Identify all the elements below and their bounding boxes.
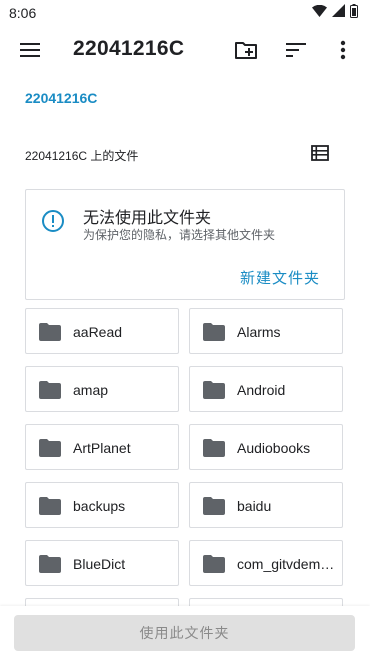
folder-item[interactable]: amap [25,366,179,412]
more-vert-icon[interactable] [331,38,355,62]
section-header: 22041216C 上的文件 [25,144,345,166]
alert-card: 无法使用此文件夹 为保护您的隐私，请选择其他文件夹 新建文件夹 [25,189,345,300]
folder-item[interactable]: ArtPlanet [25,424,179,470]
folder-name: com_gitvdemo.video [237,556,337,572]
folder-name: backups [73,498,126,514]
folder-item[interactable]: BlueDict [25,540,179,586]
folder-icon [203,439,225,462]
breadcrumb-current[interactable]: 22041216C [25,90,97,106]
wifi-icon [312,4,327,22]
folder-name: amap [73,382,109,398]
sort-icon[interactable] [284,38,308,62]
folder-item[interactable]: Android [189,366,343,412]
folder-name: Android [237,382,286,398]
folder-icon [39,323,61,346]
section-title: 22041216C 上的文件 [25,148,139,163]
status-bar: 8:06 [0,0,370,26]
folder-item[interactable] [189,598,343,606]
folder-name: aaRead [73,324,123,340]
folder-item[interactable]: aaRead [25,308,179,354]
folder-icon [203,555,225,578]
app-bar: 22041216C [0,26,370,74]
folder-grid: aaRead Alarms amap Android ArtPlanet Aud… [25,308,345,606]
folder-item[interactable]: backups [25,482,179,528]
folder-item[interactable]: baidu [189,482,343,528]
folder-icon [203,323,225,346]
folder-item[interactable]: com_gitvdemo.video [189,540,343,586]
folder-icon [39,439,61,462]
battery-icon [350,3,358,23]
menu-icon[interactable] [18,38,42,62]
signal-icon [332,4,345,22]
folder-item[interactable]: Alarms [189,308,343,354]
info-icon [41,209,65,238]
page-title: 22041216C [73,37,185,60]
folder-icon [39,497,61,520]
folder-name: baidu [237,498,272,514]
new-folder-icon[interactable] [234,38,258,62]
status-icons [312,3,358,23]
folder-name: Audiobooks [237,440,311,456]
create-folder-button[interactable]: 新建文件夹 [240,267,320,288]
folder-icon [39,555,61,578]
bottom-bar: 使用此文件夹 [0,606,370,658]
status-time: 8:06 [9,5,37,21]
folder-item[interactable] [25,598,179,606]
folder-icon [203,497,225,520]
alert-title: 无法使用此文件夹 [83,210,212,227]
use-folder-button[interactable]: 使用此文件夹 [14,615,355,651]
list-view-icon[interactable] [311,144,329,166]
folder-item[interactable]: Audiobooks [189,424,343,470]
folder-name: ArtPlanet [73,440,131,456]
folder-icon [203,381,225,404]
folder-name: BlueDict [73,556,126,572]
folder-name: Alarms [237,324,281,340]
alert-subtitle: 为保护您的隐私，请选择其他文件夹 [83,228,276,242]
folder-icon [39,381,61,404]
